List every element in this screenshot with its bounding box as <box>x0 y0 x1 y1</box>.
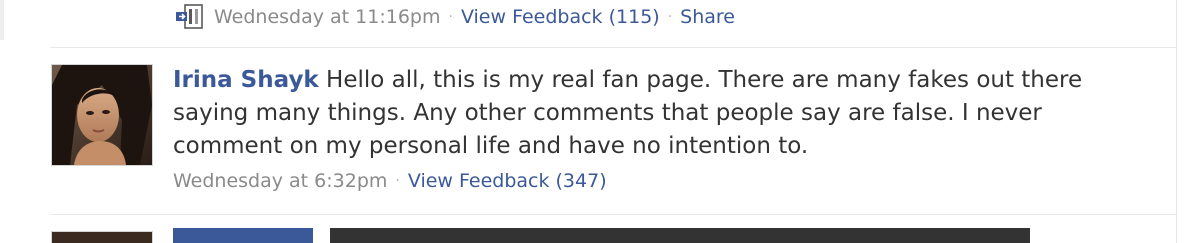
meta-separator: · <box>667 9 673 25</box>
previous-story-timestamp[interactable]: Wednesday at 11:16pm <box>214 6 441 28</box>
right-border <box>1176 0 1177 243</box>
next-story-text-fragment <box>330 228 1031 243</box>
story-meta: Wednesday at 6:32pm · View Feedback (347… <box>173 170 607 192</box>
view-feedback-link[interactable]: View Feedback (347) <box>408 170 607 192</box>
next-story-cropped-text <box>173 228 1153 243</box>
meta-separator: · <box>448 9 453 25</box>
story-message: Irina Shayk Hello all, this is my real f… <box>173 64 1133 163</box>
next-story-author-fragment <box>173 228 313 243</box>
share-link[interactable]: Share <box>680 6 735 28</box>
next-story-avatar[interactable] <box>51 231 153 243</box>
author-link[interactable]: Irina Shayk <box>173 67 319 93</box>
left-border <box>0 0 4 40</box>
avatar[interactable] <box>51 64 153 166</box>
note-icon <box>176 4 204 30</box>
view-feedback-link[interactable]: View Feedback (115) <box>461 6 660 28</box>
story-divider <box>50 47 1176 48</box>
story-divider <box>50 214 1176 215</box>
previous-story-meta: Wednesday at 11:16pm · View Feedback (11… <box>176 4 735 30</box>
profile-photo <box>52 65 152 165</box>
story-timestamp[interactable]: Wednesday at 6:32pm <box>173 170 387 192</box>
meta-separator: · <box>395 173 400 189</box>
